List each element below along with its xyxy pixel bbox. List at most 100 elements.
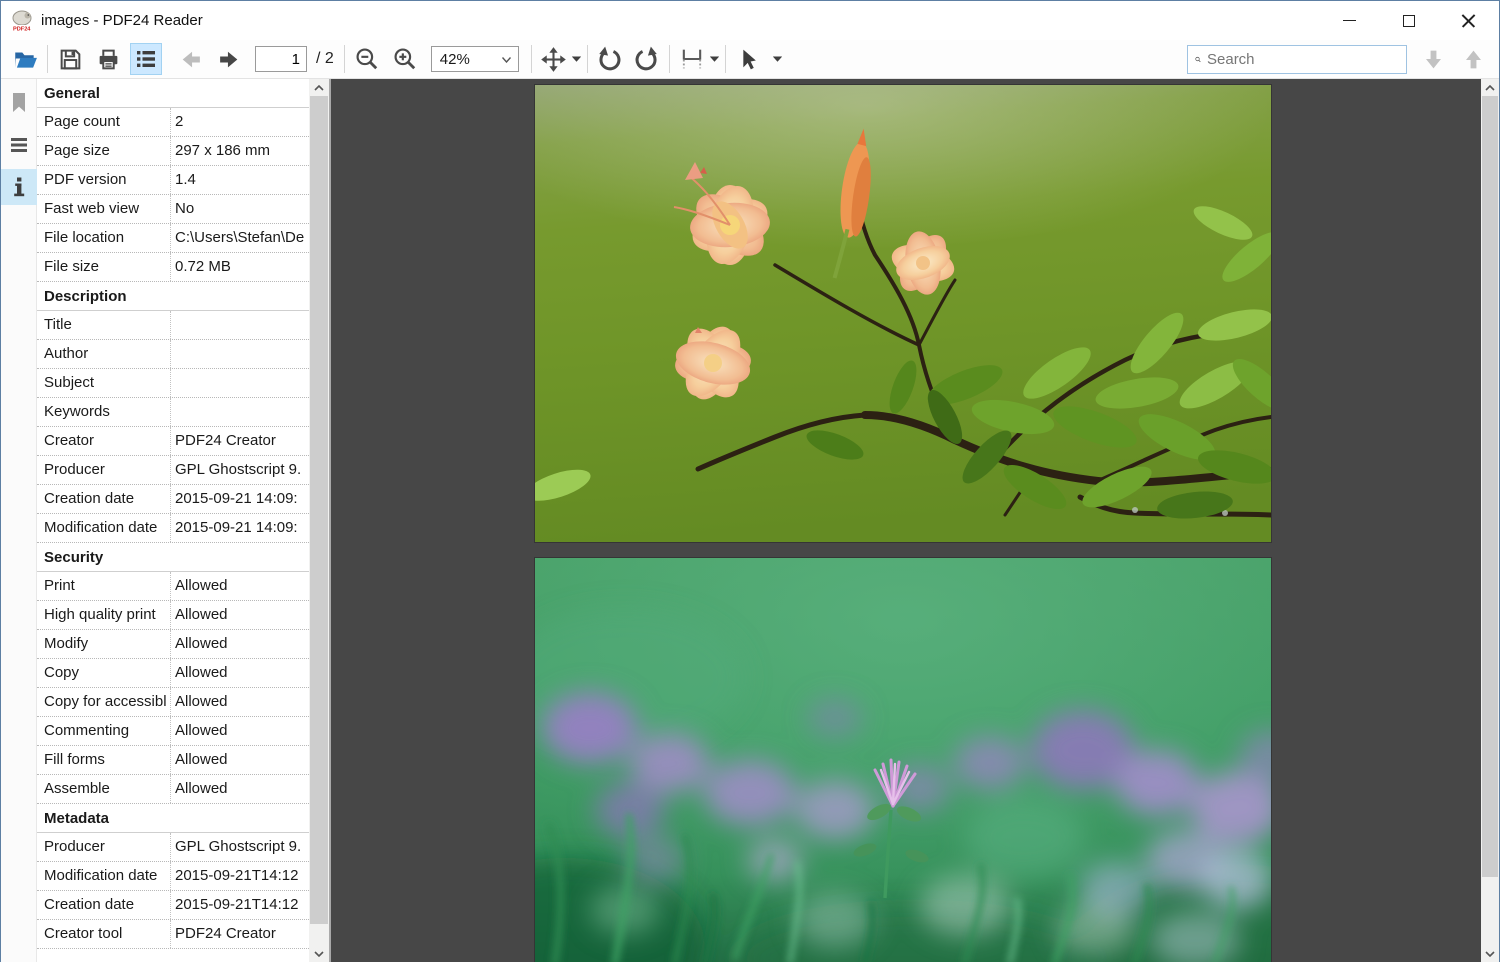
chevron-up-icon bbox=[1485, 84, 1495, 91]
property-value: Allowed bbox=[175, 751, 228, 768]
property-label: Creation date bbox=[37, 891, 171, 919]
property-value: 2015-09-21T14:12 bbox=[175, 867, 299, 884]
property-value: 2015-09-21 14:09: bbox=[175, 519, 298, 536]
property-label: Title bbox=[37, 311, 171, 339]
search-box bbox=[1187, 44, 1407, 74]
property-label: Copy bbox=[37, 659, 171, 687]
scroll-up-button[interactable] bbox=[1481, 79, 1499, 96]
tab-pages[interactable] bbox=[1, 127, 37, 163]
property-row: Assemble Allowed bbox=[37, 775, 309, 804]
property-row: File size 0.72 MB bbox=[37, 253, 309, 282]
document-scrollbar[interactable] bbox=[1481, 79, 1499, 962]
property-row: Modify Allowed bbox=[37, 630, 309, 659]
property-value: Allowed bbox=[175, 577, 228, 594]
tab-bookmarks[interactable] bbox=[1, 85, 37, 121]
maximize-icon bbox=[1402, 14, 1415, 27]
app-icon: PDF24 bbox=[12, 10, 32, 32]
property-label: Assemble bbox=[37, 775, 171, 803]
print-icon bbox=[99, 49, 117, 69]
property-row: Copy Allowed bbox=[37, 659, 309, 688]
measure-tool-button[interactable] bbox=[676, 43, 708, 75]
chevron-down-icon bbox=[314, 950, 324, 957]
pan-tool-dropdown-icon[interactable] bbox=[571, 56, 581, 62]
property-row: Producer GPL Ghostscript 9. bbox=[37, 833, 309, 862]
property-value: 1.4 bbox=[175, 171, 196, 188]
find-previous-button[interactable] bbox=[1457, 43, 1489, 75]
property-value: PDF24 Creator bbox=[175, 432, 276, 449]
property-row: Commenting Allowed bbox=[37, 717, 309, 746]
chevron-down-icon bbox=[501, 57, 511, 63]
previous-page-button[interactable] bbox=[174, 43, 206, 75]
property-row: Modification date 2015-09-21T14:12 bbox=[37, 862, 309, 891]
property-label: Subject bbox=[37, 369, 171, 397]
toolbar-separator bbox=[724, 45, 726, 73]
property-label: Fill forms bbox=[37, 746, 171, 774]
page-number-input[interactable] bbox=[255, 46, 307, 72]
property-label: Creator tool bbox=[37, 920, 171, 948]
zoom-in-icon bbox=[394, 48, 416, 70]
save-button[interactable] bbox=[54, 43, 86, 75]
next-page-icon bbox=[219, 51, 237, 67]
property-label: High quality print bbox=[37, 601, 171, 629]
zoom-in-button[interactable] bbox=[389, 43, 421, 75]
property-label: File location bbox=[37, 224, 171, 252]
measure-tool-icon bbox=[682, 49, 702, 69]
print-button[interactable] bbox=[92, 43, 124, 75]
toolbar-separator bbox=[530, 45, 532, 73]
zoom-level-combobox[interactable]: 42% bbox=[430, 46, 519, 72]
property-row: Title bbox=[37, 311, 309, 340]
scrollbar-thumb[interactable] bbox=[310, 96, 328, 924]
scroll-up-button[interactable] bbox=[309, 79, 329, 96]
section-header: Security bbox=[37, 543, 309, 572]
zoom-out-button[interactable] bbox=[351, 43, 383, 75]
property-row: Page count 2 bbox=[37, 108, 309, 137]
select-tool-dropdown-icon[interactable] bbox=[772, 56, 782, 62]
document-view[interactable] bbox=[331, 79, 1481, 962]
chevron-down-icon bbox=[1485, 950, 1495, 957]
search-input[interactable] bbox=[1207, 47, 1406, 71]
rotate-left-icon bbox=[599, 46, 621, 70]
select-tool-icon bbox=[743, 49, 757, 69]
measure-tool-dropdown-icon[interactable] bbox=[709, 56, 719, 62]
section-header: General bbox=[37, 79, 309, 108]
zoom-level-value: 42% bbox=[439, 50, 470, 68]
section-header: Description bbox=[37, 282, 309, 311]
property-value: No bbox=[175, 200, 195, 217]
scroll-down-button[interactable] bbox=[309, 945, 329, 962]
toolbar-separator bbox=[47, 45, 48, 73]
tab-info[interactable] bbox=[0, 169, 37, 205]
pan-tool-button[interactable] bbox=[538, 43, 570, 75]
property-label: Fast web view bbox=[37, 195, 171, 223]
select-tool-button[interactable] bbox=[732, 43, 764, 75]
rotate-left-button[interactable] bbox=[594, 43, 626, 75]
property-value bbox=[171, 311, 309, 339]
minimize-button[interactable] bbox=[1320, 1, 1379, 40]
toolbar-separator bbox=[586, 45, 588, 73]
rotate-right-icon bbox=[635, 46, 658, 70]
close-button[interactable] bbox=[1438, 1, 1497, 40]
property-label: Print bbox=[37, 572, 171, 600]
property-value bbox=[171, 340, 309, 368]
svg-text:PDF24: PDF24 bbox=[13, 26, 31, 32]
minimize-icon bbox=[1343, 20, 1356, 21]
rotate-right-button[interactable] bbox=[631, 43, 663, 75]
property-row: Creation date 2015-09-21T14:12 bbox=[37, 891, 309, 920]
property-row: Fast web view No bbox=[37, 195, 309, 224]
property-value: Allowed bbox=[175, 635, 228, 652]
property-label: Page size bbox=[37, 137, 171, 165]
scroll-down-button[interactable] bbox=[1481, 945, 1499, 962]
property-label: Author bbox=[37, 340, 171, 368]
maximize-button[interactable] bbox=[1379, 1, 1438, 40]
search-icon bbox=[1195, 56, 1201, 62]
property-row: Producer GPL Ghostscript 9. bbox=[37, 456, 309, 485]
property-row: Print Allowed bbox=[37, 572, 309, 601]
page-list-toggle-button[interactable] bbox=[130, 43, 162, 75]
next-page-button[interactable] bbox=[213, 43, 245, 75]
info-panel-scrollbar[interactable] bbox=[309, 79, 329, 962]
scrollbar-thumb[interactable] bbox=[1482, 96, 1498, 877]
property-label: File size bbox=[37, 253, 171, 281]
find-next-button[interactable] bbox=[1417, 43, 1449, 75]
property-value: Allowed bbox=[175, 780, 228, 797]
property-row: Subject bbox=[37, 369, 309, 398]
open-file-button[interactable] bbox=[9, 43, 41, 75]
